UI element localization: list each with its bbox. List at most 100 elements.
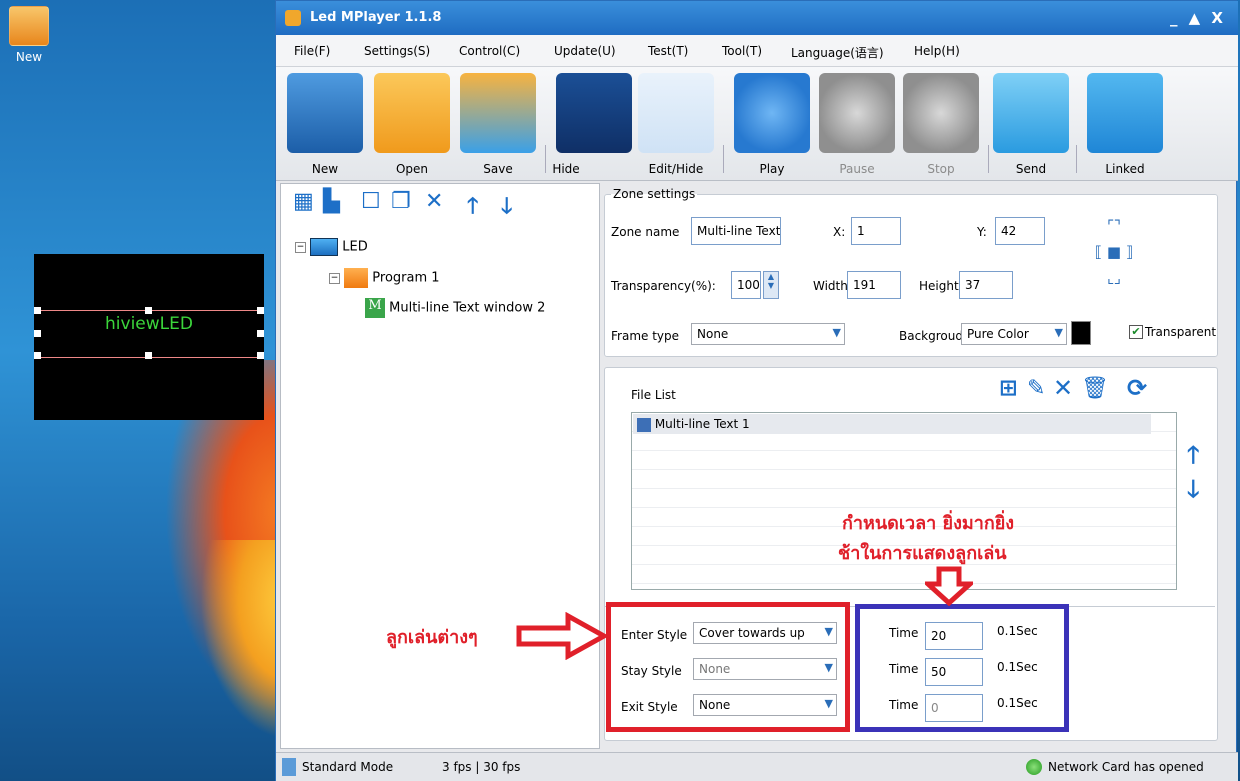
edit-file-icon[interactable]: ✎ (1027, 376, 1045, 401)
resize-handle[interactable] (34, 307, 41, 314)
alignment-grid-icon[interactable]: ⌜⌝ ⟦ ■ ⟧ ⌞⌟ (1051, 213, 1177, 307)
background-value: Pure Color (967, 327, 1029, 341)
move-up-icon[interactable]: 🡑 (467, 189, 478, 219)
menu-test[interactable]: Test(T) (648, 44, 688, 58)
file-name: Multi-line Text 1 (654, 417, 750, 431)
collapse-icon[interactable]: − (329, 272, 340, 284)
menu-bar: File(F) Settings(S) Control(C) Update(U)… (276, 35, 1238, 67)
transparency-input[interactable]: 100 (731, 271, 761, 299)
send-button[interactable]: Send (992, 67, 1070, 181)
toolbar-separator (988, 145, 989, 173)
edit-pencil-icon (638, 73, 714, 153)
resize-handle[interactable] (34, 352, 41, 359)
y-input[interactable]: 42 (995, 217, 1045, 245)
resize-handle[interactable] (257, 352, 264, 359)
play-button[interactable]: Play (733, 67, 811, 181)
delete-file-icon[interactable]: ✕ (1053, 374, 1073, 402)
menu-tool[interactable]: Tool(T) (722, 44, 762, 58)
zone-name-input[interactable]: Multi-line Text window 2 (691, 217, 781, 245)
hide-button[interactable]: Hide (552, 67, 633, 181)
tree-label-text-window: Multi-line Text window 2 (389, 300, 546, 316)
add-file-icon[interactable]: ⊞ (999, 376, 1017, 401)
menu-settings[interactable]: Settings(S) (364, 44, 430, 58)
linked-button[interactable]: Linked (1086, 67, 1164, 181)
tree-node-program[interactable]: − Program 1 (329, 268, 440, 288)
stop-button[interactable]: Stop (902, 67, 980, 181)
file-down-icon[interactable]: 🡓 (1187, 472, 1199, 513)
edit-hide-button[interactable]: Edit/Hide (637, 67, 715, 181)
led-screen-preview[interactable]: hiviewLED (34, 254, 264, 420)
send-label: Send (1015, 162, 1047, 176)
effects-annotation: ลูกเล่นต่างๆ (386, 627, 478, 648)
menu-control[interactable]: Control(C) (459, 44, 520, 58)
frame-type-select[interactable]: None ▼ (691, 323, 845, 345)
folder-open-icon (374, 73, 450, 153)
pause-icon (819, 73, 895, 153)
clear-trash-icon[interactable]: 🗑 (1081, 376, 1109, 401)
status-bar: Standard Mode 3 fps | 30 fps Network Car… (276, 752, 1238, 781)
width-label: Width (813, 279, 848, 293)
menu-file[interactable]: File(F) (294, 44, 330, 58)
refresh-icon[interactable]: ⟳ (1127, 374, 1147, 402)
tree-node-led[interactable]: − LED (295, 238, 368, 256)
tree-node-text-window[interactable]: M Multi-line Text window 2 (365, 298, 545, 318)
height-input[interactable]: 37 (959, 271, 1013, 299)
pause-button[interactable]: Pause (818, 67, 896, 181)
color-picker-swatch[interactable] (1071, 321, 1091, 345)
tree-label-program: Program 1 (372, 270, 440, 286)
menu-help[interactable]: Help(H) (914, 44, 960, 58)
frame-type-value: None (697, 327, 729, 341)
background-select[interactable]: Pure Color ▼ (961, 323, 1067, 345)
transparency-spinner[interactable]: ▲ ▼ (763, 271, 779, 299)
transparent-checkbox[interactable]: ✔ (1129, 325, 1143, 339)
monitor-icon (287, 73, 363, 153)
resize-handle[interactable] (34, 330, 41, 337)
window-controls[interactable]: _ ▲ X (1170, 9, 1226, 27)
chevron-down-icon: ▼ (832, 326, 841, 339)
linked-label: Linked (1105, 162, 1145, 176)
resize-handle[interactable] (145, 352, 152, 359)
save-button[interactable]: Save (459, 67, 537, 181)
stop-label: Stop (927, 162, 955, 176)
menu-language[interactable]: Language(语言) (791, 44, 884, 61)
program-tree-panel: ▦ ▙ ☐ ❐ ✕ 🡑 🡓 − LED − Program 1 M Multi-… (280, 183, 600, 749)
status-mode: Standard Mode (302, 760, 394, 774)
zone-settings-legend: Zone settings (613, 187, 696, 201)
app-shortcut-icon (9, 6, 49, 46)
delete-icon[interactable]: ✕ (425, 189, 443, 219)
copy-icon[interactable]: ❐ (391, 189, 411, 219)
toolbar-separator (1076, 145, 1077, 173)
resize-handle[interactable] (257, 330, 264, 337)
list-item[interactable]: Multi-line Text 1 (633, 414, 1151, 434)
effect-styles-highlight (606, 602, 850, 732)
move-down-icon[interactable]: 🡓 (501, 189, 512, 219)
x-input[interactable]: 1 (851, 217, 901, 245)
resize-handle[interactable] (257, 307, 264, 314)
menu-update[interactable]: Update(U) (554, 44, 616, 58)
new-button[interactable]: New (286, 67, 364, 181)
led-screen-icon (310, 238, 339, 256)
window-title: Led MPlayer 1.1.8 (310, 10, 442, 25)
title-bar[interactable]: Led MPlayer 1.1.8 _ ▲ X (276, 1, 1238, 35)
add-program-icon[interactable]: ▙ (323, 189, 340, 219)
add-screen-icon[interactable]: ▦ (293, 189, 314, 219)
new-label: New (311, 162, 339, 176)
play-label: Play (759, 162, 785, 176)
add-zone-icon[interactable]: ☐ (361, 189, 381, 219)
save-icon (460, 73, 536, 153)
open-button[interactable]: Open (373, 67, 451, 181)
width-input[interactable]: 191 (847, 271, 901, 299)
chevron-down-icon: ▼ (1054, 326, 1063, 339)
zone-name-label: Zone name (611, 225, 680, 239)
network-status-icon (1026, 759, 1042, 775)
collapse-icon[interactable]: − (295, 241, 306, 253)
resize-handle[interactable] (145, 307, 152, 314)
timing-highlight (855, 604, 1069, 732)
mode-icon (282, 758, 296, 776)
file-list-title: File List (631, 388, 676, 402)
cloud-send-icon (993, 73, 1069, 153)
app-logo-icon (285, 10, 301, 26)
toolbar-separator (723, 145, 724, 173)
desktop-new-icon[interactable]: New (6, 6, 52, 64)
height-label: Height (919, 279, 959, 293)
